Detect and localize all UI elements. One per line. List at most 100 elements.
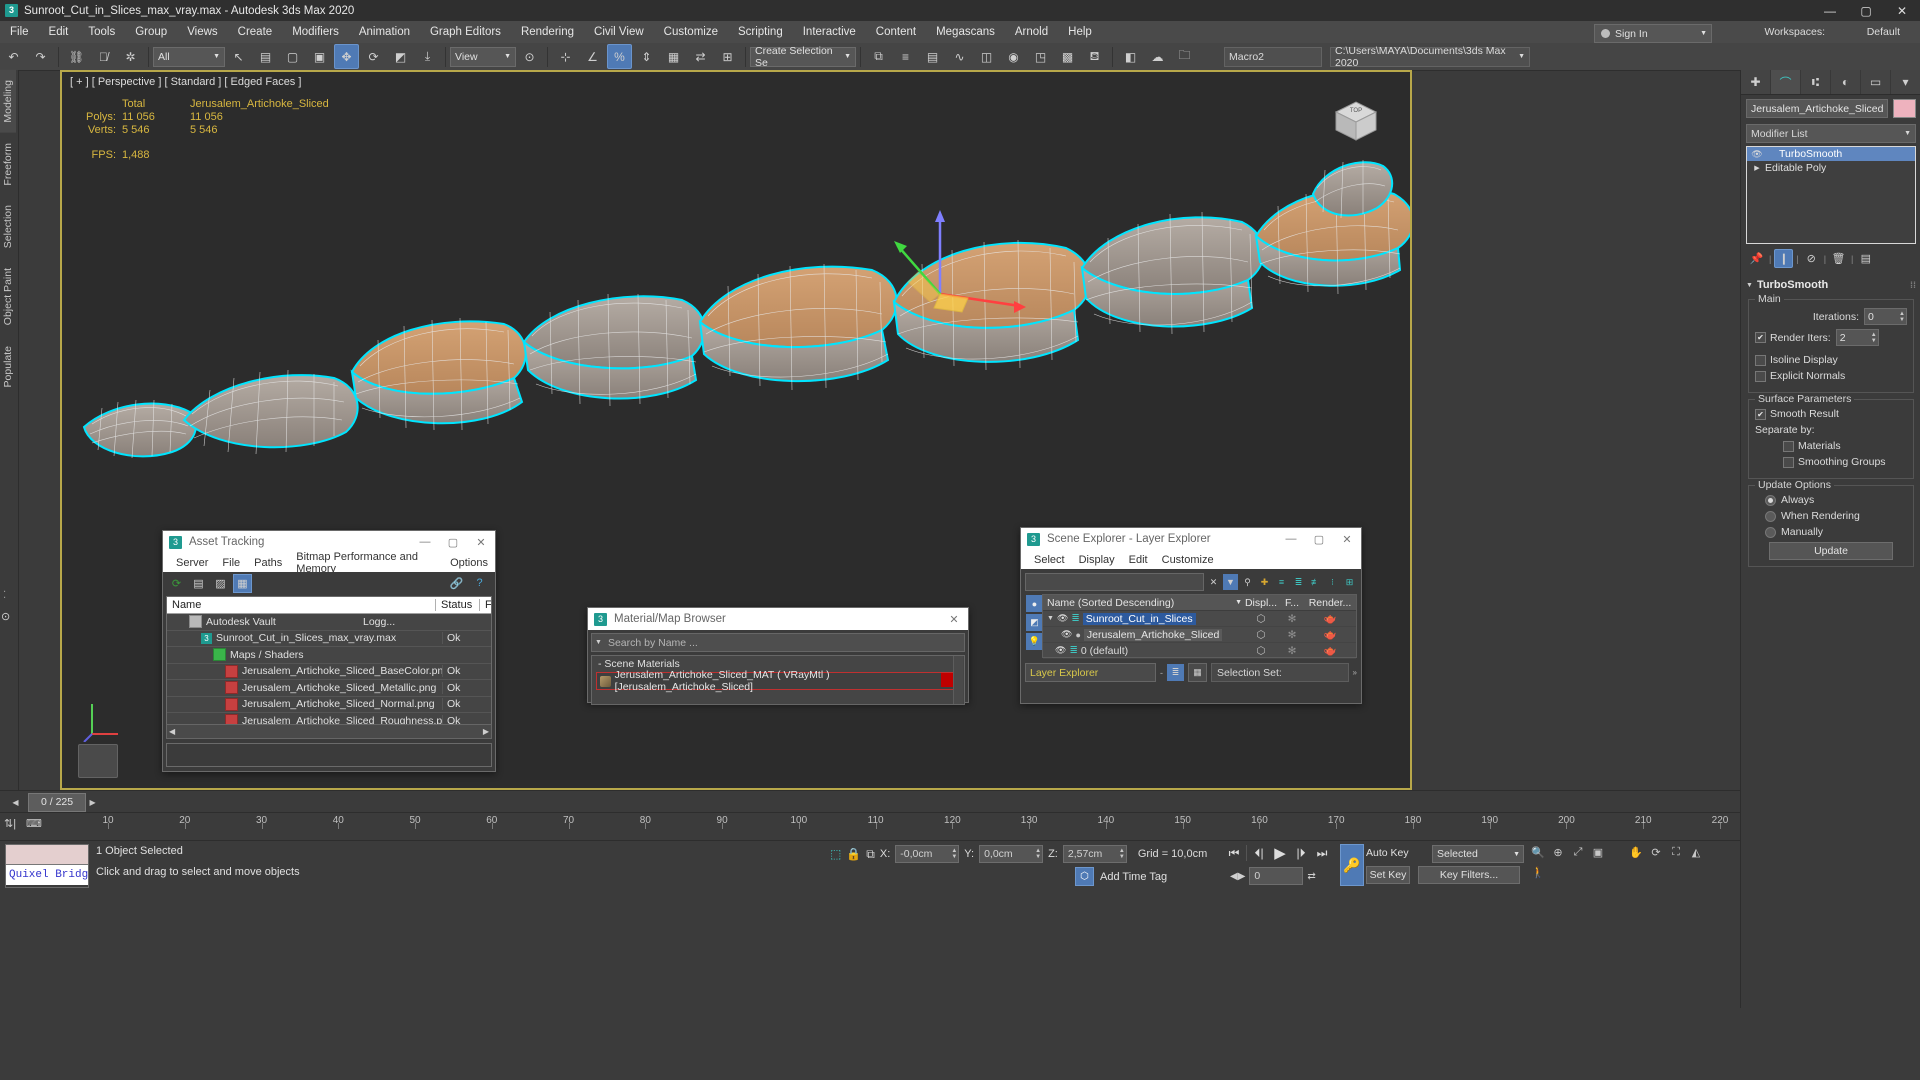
menu-animation[interactable]: Animation (349, 23, 420, 41)
go-to-start-icon[interactable]: ⏮ (1225, 844, 1243, 862)
time-tag-icon[interactable]: ⬡ (1075, 867, 1094, 886)
smooth-result-checkbox[interactable]: ✔ (1755, 408, 1766, 420)
menu-create[interactable]: Create (228, 23, 283, 41)
scroll-right-icon[interactable]: ▶ (483, 727, 489, 736)
close-icon[interactable]: ✕ (940, 608, 968, 630)
maximize-viewport-icon[interactable]: ⛶ (1668, 844, 1684, 860)
track-key-icon[interactable]: ⌨ (26, 817, 42, 830)
previous-frame-icon[interactable]: ⏴| (1250, 844, 1268, 862)
select-and-place-icon[interactable]: ⤓ (415, 44, 440, 69)
rollout-header[interactable]: ▼ TurboSmooth ⁞⁞ (1746, 277, 1916, 293)
explicit-normals-checkbox[interactable] (1755, 370, 1766, 382)
scene-explorer-icon[interactable]: ▤ (920, 44, 945, 69)
filter-input[interactable] (1025, 573, 1204, 591)
quick-render-icon[interactable]: ◧ (1118, 44, 1143, 69)
redo-icon[interactable]: ↷ (28, 44, 53, 69)
object-color-swatch[interactable] (1893, 99, 1916, 118)
zoom-all-icon[interactable]: ⊕ (1550, 844, 1566, 860)
at-menu-bitmap[interactable]: Bitmap Performance and Memory (289, 551, 443, 575)
hierarchy-tab[interactable]: ⑆ (1801, 70, 1831, 94)
table-row[interactable]: Jerusalem_Artichoke_Sliced_Metallic.png … (167, 680, 491, 697)
layer-grid-icon[interactable]: ▦ (1188, 663, 1207, 682)
track-filter-icon[interactable]: ⇅| (4, 817, 16, 830)
maximize-icon[interactable]: ▢ (1305, 528, 1333, 550)
unlink-icon[interactable]: ⛓̸ (91, 44, 116, 69)
freeze-cell-icon[interactable]: ✻ (1280, 613, 1304, 625)
smoothing-groups-checkbox[interactable] (1783, 456, 1794, 468)
align-icon[interactable]: ⊞ (715, 44, 740, 69)
stack-item-turbosmooth[interactable]: 👁 TurboSmooth (1747, 147, 1915, 161)
field-of-view-icon[interactable]: ◭ (1688, 844, 1704, 860)
spinner-arrows-icon[interactable]: ▲ ▼ (951, 846, 957, 862)
col-display[interactable]: Displ... (1242, 597, 1280, 609)
pin-icon[interactable]: ⚲ (1240, 574, 1255, 590)
current-frame-field[interactable]: 0 (1249, 867, 1304, 885)
undo-icon[interactable]: ↶ (1, 44, 26, 69)
maximize-button[interactable]: ▢ (1848, 0, 1884, 21)
material-editor-icon[interactable]: ◉ (1001, 44, 1026, 69)
material-item[interactable]: Jerusalem_Artichoke_Sliced_MAT ( VRayMtl… (596, 669, 960, 693)
grid-view-icon[interactable]: ▦ (233, 573, 252, 593)
when-rendering-radio[interactable] (1765, 510, 1776, 522)
make-unique-icon[interactable]: ⊘ (1802, 249, 1821, 268)
se-menu-edit[interactable]: Edit (1122, 554, 1155, 566)
material-search-field[interactable]: ▼ Search by Name ... (591, 633, 965, 652)
layer-stack-icon[interactable]: ≡ (1274, 574, 1289, 590)
spinner-arrows-icon[interactable]: ▲ ▼ (1871, 330, 1877, 345)
filter-funnel-icon[interactable]: ▼ (1223, 574, 1238, 590)
named-selection-sets-combo[interactable]: Create Selection Se ▼ (750, 45, 856, 69)
menu-scripting[interactable]: Scripting (728, 23, 793, 41)
render-cell-icon[interactable]: 🫖 (1304, 644, 1356, 657)
listener-output-line[interactable] (6, 845, 88, 865)
pivot-center-icon[interactable]: ⊙ (517, 44, 542, 69)
close-button[interactable]: ✕ (1884, 0, 1920, 21)
table-row[interactable]: 3 Sunroot_Cut_in_Slices_max_vray.max Ok (167, 631, 491, 647)
ribbon-tab-populate[interactable]: Populate (0, 336, 16, 397)
selection-filter-combo[interactable]: All ▼ (153, 46, 225, 67)
menu-tools[interactable]: Tools (78, 23, 125, 41)
edit-named-selection-icon[interactable]: ▦ (661, 44, 686, 69)
show-end-result-icon[interactable]: ❙ (1774, 249, 1794, 268)
add-layer-icon[interactable]: ✚ (1257, 574, 1272, 590)
set-key-button[interactable]: Set Key (1366, 866, 1410, 884)
mirror-tool-icon[interactable]: ⧉ (866, 44, 891, 69)
mirror-icon[interactable]: ⇄ (688, 44, 713, 69)
ribbon-tab-freeform[interactable]: Freeform (0, 133, 16, 196)
layer-explorer-field[interactable]: Layer Explorer (1025, 663, 1156, 682)
minimize-icon[interactable]: — (1277, 528, 1305, 550)
reference-coord-combo[interactable]: View ▼ (450, 46, 516, 67)
at-menu-server[interactable]: Server (169, 557, 215, 569)
always-radio[interactable] (1765, 494, 1776, 506)
select-layer-icon[interactable]: ⁝ (1325, 574, 1340, 590)
menu-rendering[interactable]: Rendering (511, 23, 584, 41)
menu-views[interactable]: Views (177, 23, 227, 41)
manually-radio[interactable] (1765, 526, 1776, 538)
col-render[interactable]: Render... (1304, 597, 1356, 609)
zoom-extents-icon[interactable]: ⤢ (1570, 844, 1586, 860)
expand-icon[interactable]: » (1353, 668, 1357, 677)
set-keys-button[interactable]: 🔑 (1340, 844, 1364, 886)
workspaces-value[interactable]: Default (1867, 26, 1900, 38)
configure-sets-icon[interactable]: ▤ (1856, 249, 1875, 268)
table-row[interactable]: Autodesk Vault (167, 614, 491, 631)
render-production-icon[interactable]: ⛾ (1082, 44, 1107, 69)
menu-help[interactable]: Help (1058, 23, 1102, 41)
update-always-row[interactable]: Always (1755, 494, 1907, 506)
asset-tracking-list[interactable]: Name Status F Autodesk Vault 3 Sunroot_C… (166, 596, 492, 733)
layer-list-icon[interactable]: ≣ (1167, 664, 1184, 681)
render-setup-icon[interactable]: ◳ (1028, 44, 1053, 69)
display-cell-icon[interactable]: ⬡ (1242, 613, 1280, 625)
menu-group[interactable]: Group (125, 23, 177, 41)
menu-edit[interactable]: Edit (39, 23, 79, 41)
menu-graph-editors[interactable]: Graph Editors (420, 23, 511, 41)
expand-triangle-icon[interactable]: ▶ (1749, 164, 1765, 172)
selection-set-field[interactable]: Selection Set: (1211, 663, 1349, 682)
select-and-scale-icon[interactable]: ◩ (388, 44, 413, 69)
menu-file[interactable]: File (0, 23, 39, 41)
se-menu-select[interactable]: Select (1027, 554, 1072, 566)
iterations-spinner[interactable]: 0 ▲ ▼ (1864, 308, 1907, 325)
modify-tab[interactable]: ⌒ (1771, 70, 1801, 94)
drag-handle-icon[interactable]: ⁞⁞ (1910, 280, 1916, 290)
orbit-icon[interactable]: ⟳ (1648, 844, 1664, 860)
display-cell-icon[interactable]: ⬡ (1242, 629, 1280, 641)
